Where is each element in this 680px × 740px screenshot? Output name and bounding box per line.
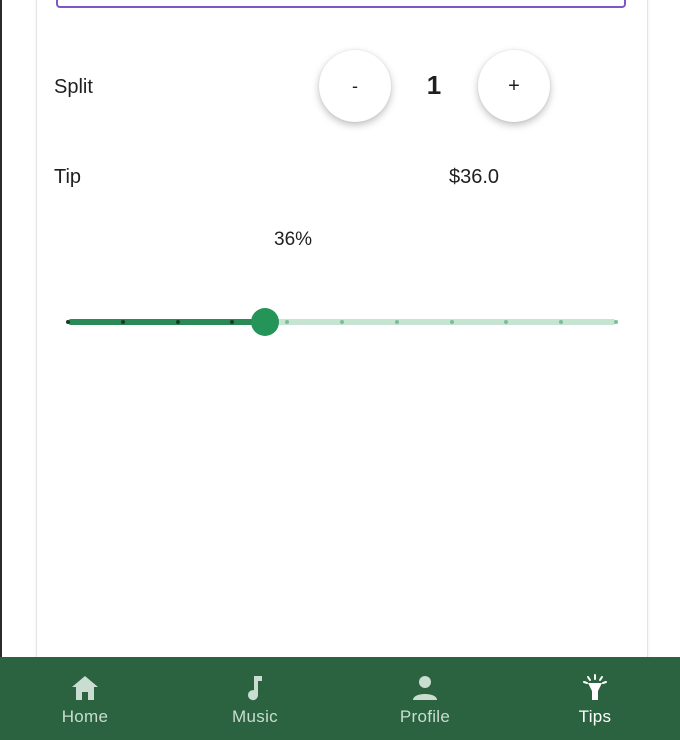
tip-percent-slider[interactable] xyxy=(60,302,620,342)
tip-label: Tip xyxy=(54,166,82,188)
home-icon xyxy=(70,673,100,703)
bottom-navigation-bar: Home Music Profile Tips xyxy=(0,657,680,740)
tip-calculator-screen: Split - 1 + Tip $36.0 36% Home Music Pro… xyxy=(0,0,680,740)
slider-thumb[interactable] xyxy=(251,308,280,336)
nav-item-tips[interactable]: Tips xyxy=(510,657,680,740)
nav-label-music: Music xyxy=(232,707,278,726)
slider-tick xyxy=(449,320,454,324)
nav-item-profile[interactable]: Profile xyxy=(340,657,510,740)
tip-amount: $36.0 xyxy=(449,166,500,188)
person-icon xyxy=(410,673,440,703)
split-count: 1 xyxy=(426,70,442,100)
nav-item-home[interactable]: Home xyxy=(0,657,170,740)
tip-percent-label: 36% xyxy=(274,229,313,250)
slider-tick xyxy=(66,320,70,324)
music-note-icon xyxy=(240,673,270,703)
nav-label-profile: Profile xyxy=(399,707,451,726)
slider-tick xyxy=(394,320,399,324)
split-label: Split xyxy=(54,76,93,98)
window-edge xyxy=(0,0,2,740)
slider-tick xyxy=(175,320,180,324)
slider-track-active xyxy=(68,319,266,325)
split-increment-button[interactable]: + xyxy=(478,50,550,122)
nav-item-music[interactable]: Music xyxy=(170,657,340,740)
slider-tick xyxy=(614,320,618,324)
flashlight-icon xyxy=(580,673,610,703)
bill-amount-field[interactable] xyxy=(56,0,626,8)
slider-tick xyxy=(120,320,125,324)
nav-label-home: Home xyxy=(61,707,109,726)
nav-label-tips: Tips xyxy=(578,707,612,726)
split-decrement-button[interactable]: - xyxy=(319,50,391,122)
slider-tick xyxy=(340,320,344,324)
